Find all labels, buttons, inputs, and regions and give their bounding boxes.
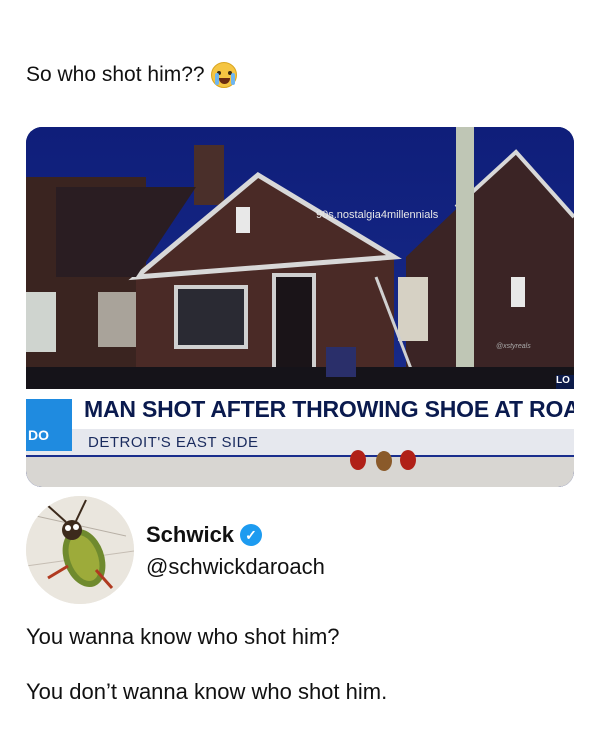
author-display-name[interactable]: Schwick — [146, 522, 234, 548]
roach-avatar-image — [26, 496, 134, 604]
crying-face-icon — [210, 62, 237, 88]
author-handle[interactable]: @schwickdaroach — [146, 554, 325, 580]
caption-text: So who shot him?? — [26, 63, 205, 86]
news-screenshot-image: 90s.nostalgia4millennials @xstyreals LO … — [26, 127, 574, 487]
post-caption: So who shot him?? — [26, 62, 237, 88]
corner-tag: LO — [556, 375, 574, 389]
roach-decoration — [350, 450, 416, 471]
watermark-text: 90s.nostalgia4millennials — [316, 209, 439, 221]
news-subheadline-bar: DETROIT'S EAST SIDE — [26, 429, 574, 455]
station-logo: DO — [26, 399, 72, 451]
news-headline-banner: MAN SHOT AFTER THROWING SHOE AT ROACH — [26, 389, 574, 429]
avatar[interactable] — [26, 496, 134, 604]
tweet-line-2: You don’t wanna know who shot him. — [26, 679, 388, 704]
watermark-small-text: @xstyreals — [496, 343, 531, 350]
news-headline: MAN SHOT AFTER THROWING SHOE AT ROACH — [84, 395, 574, 422]
author-name-row: Schwick ✓ — [146, 522, 263, 548]
verified-badge-icon: ✓ — [240, 524, 263, 546]
tweet-line-1: You wanna know who shot him? — [26, 624, 340, 649]
